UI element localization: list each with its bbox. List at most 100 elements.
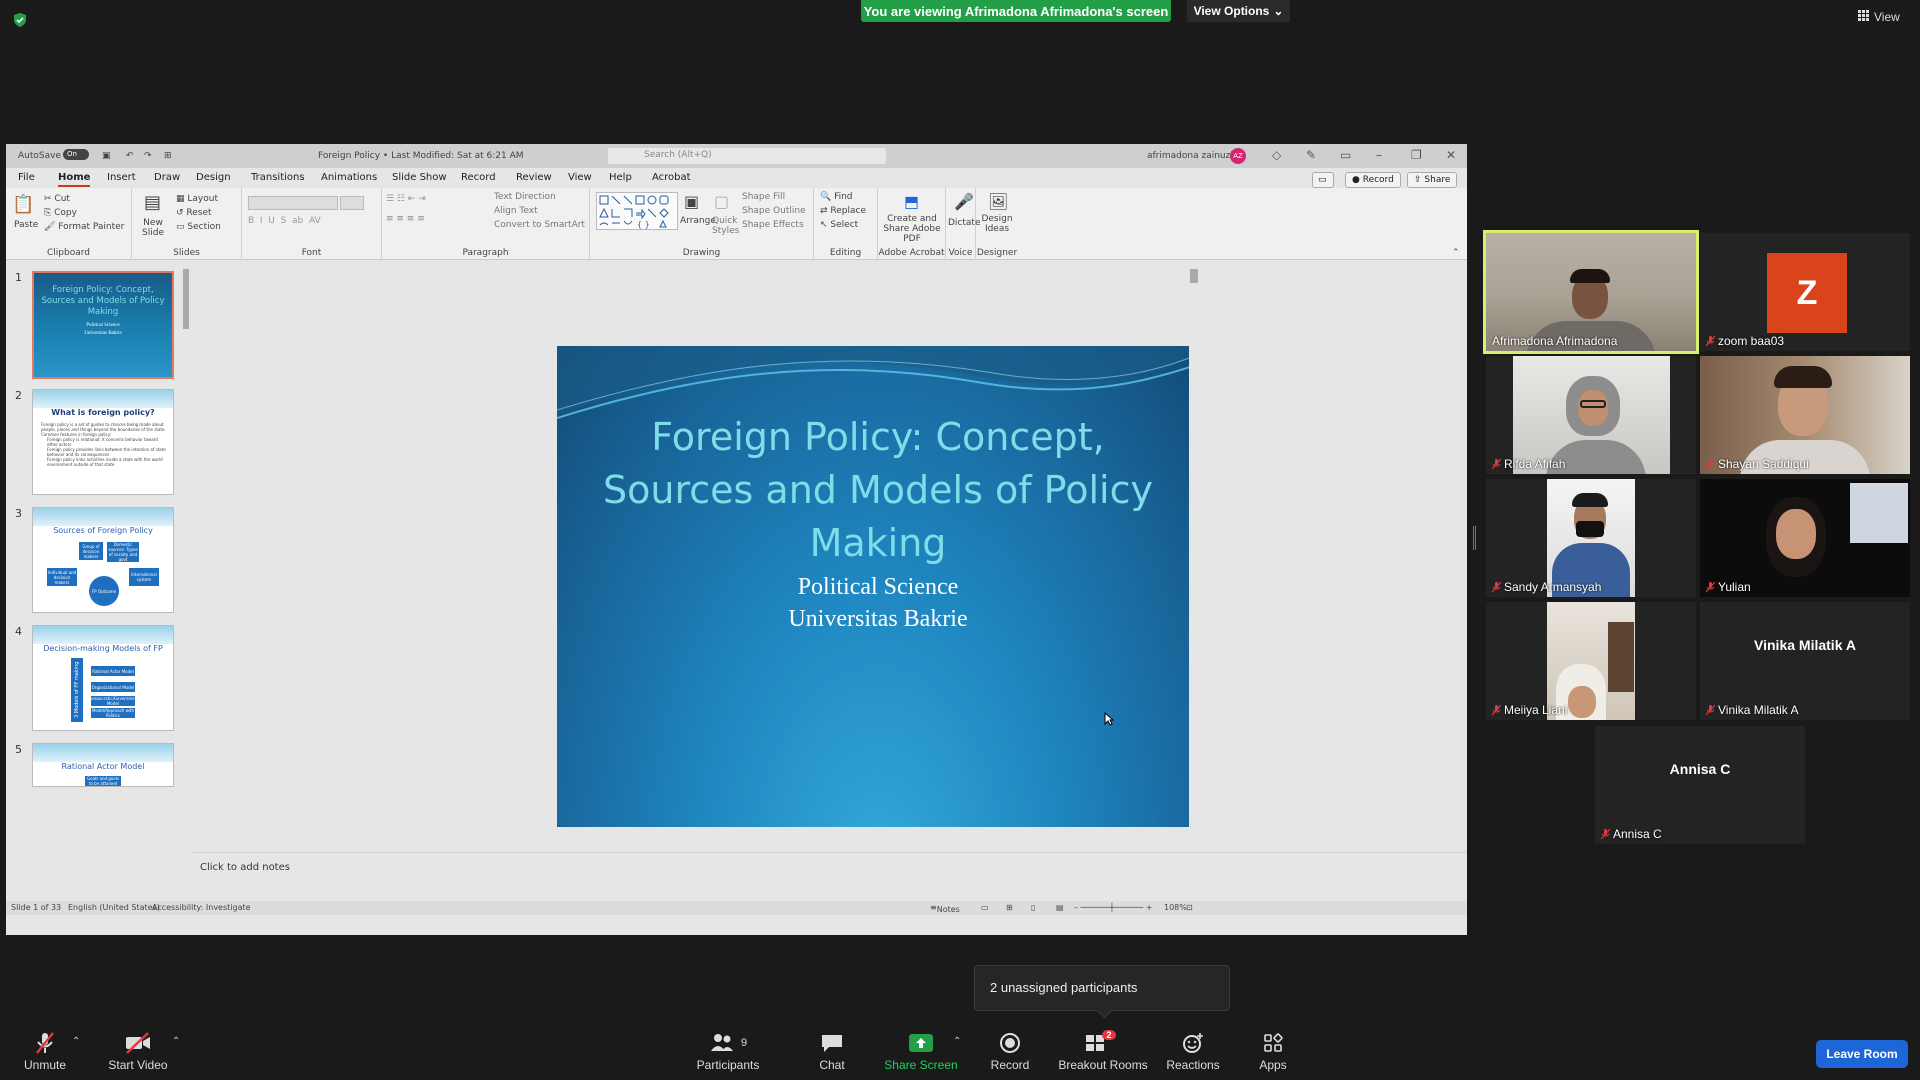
panel-resize-handle[interactable] — [1473, 526, 1476, 550]
tab-record[interactable]: Record — [461, 172, 496, 183]
comments-icon[interactable]: ▭ — [1312, 172, 1334, 188]
apps-button[interactable]: Apps — [1228, 1030, 1318, 1072]
view-button[interactable]: View — [1858, 10, 1900, 24]
slideshow-icon[interactable]: ▤ — [1056, 903, 1064, 912]
align-buttons[interactable]: ≡ ≡ ≡ ≡ — [386, 214, 425, 224]
slide-thumbnail-5[interactable]: Rational Actor Model Goals and goals to … — [32, 743, 174, 787]
tab-acrobat[interactable]: Acrobat — [652, 172, 691, 183]
adobe-pdf-icon[interactable]: ⬒ — [904, 192, 919, 211]
audio-options-chevron-icon[interactable]: ⌃ — [72, 1036, 80, 1047]
design-ideas-button[interactable]: Design Ideas — [978, 214, 1016, 234]
tab-file[interactable]: File — [18, 172, 35, 183]
search-input[interactable]: Search (Alt+Q) — [608, 148, 886, 164]
undo-icon[interactable]: ↶ — [126, 151, 134, 161]
slide-title[interactable]: Foreign Policy: Concept, Sources and Mod… — [577, 411, 1179, 570]
participant-tile[interactable]: Shayan Saddiqui — [1700, 356, 1910, 474]
quick-styles-button[interactable]: Quick Styles — [712, 216, 739, 236]
tab-home[interactable]: Home — [58, 172, 91, 187]
user-name[interactable]: afrimadona zainuzir — [1147, 151, 1237, 161]
pen-icon[interactable]: ✎ — [1306, 148, 1316, 162]
video-options-chevron-icon[interactable]: ⌃ — [172, 1036, 180, 1047]
shape-fill-button[interactable]: Shape Fill — [742, 192, 785, 202]
select-button[interactable]: ↖ Select — [820, 220, 858, 230]
paste-icon[interactable]: 📋 — [12, 194, 34, 215]
participant-tile[interactable]: Z zoom baa03 — [1700, 233, 1910, 351]
new-slide-button[interactable]: New Slide — [138, 218, 168, 238]
tab-review[interactable]: Review — [516, 172, 552, 183]
text-direction-button[interactable]: Text Direction — [494, 192, 556, 202]
record-meeting-button[interactable]: Record — [965, 1030, 1055, 1072]
tab-slide-show[interactable]: Slide Show — [392, 172, 447, 183]
shape-outline-button[interactable]: Shape Outline — [742, 206, 806, 216]
shapes-gallery[interactable]: { } — [596, 192, 678, 230]
zoom-level[interactable]: 108% — [1164, 903, 1187, 912]
language-status[interactable]: English (United States) — [68, 903, 160, 912]
zoom-slider[interactable]: – ──────┼────── + — [1074, 903, 1152, 912]
tab-help[interactable]: Help — [609, 172, 632, 183]
slide-scrollbar[interactable] — [1189, 261, 1199, 851]
arrange-icon[interactable]: ▣ — [684, 192, 699, 211]
share-options-chevron-icon[interactable]: ⌃ — [953, 1036, 961, 1047]
user-avatar[interactable]: AZ — [1230, 148, 1246, 164]
format-painter-button[interactable]: 🖌 Format Painter — [44, 222, 124, 232]
notes-toggle[interactable]: ≡ Notes — [930, 903, 960, 914]
slide-subtitle[interactable]: Political Science — [557, 574, 1199, 601]
tab-design[interactable]: Design — [196, 172, 231, 183]
redo-icon[interactable]: ↷ — [144, 151, 152, 161]
microphone-icon[interactable]: 🎤 — [954, 192, 974, 211]
font-size-select[interactable] — [340, 196, 364, 210]
slide-thumbnail-1[interactable]: Foreign Policy: Concept, Sources and Mod… — [32, 271, 174, 379]
document-title[interactable]: Foreign Policy • Last Modified: Sat at 6… — [318, 151, 524, 161]
find-button[interactable]: 🔍 Find — [820, 192, 853, 202]
share-button[interactable]: ⇪ Share — [1407, 172, 1458, 188]
notes-pane[interactable]: Click to add notes — [191, 852, 1467, 885]
replace-button[interactable]: ⇄ Replace — [820, 206, 866, 216]
cut-button[interactable]: ✂ Cut — [44, 194, 70, 204]
participant-tile[interactable]: Afrimadona Afrimadona — [1483, 230, 1699, 354]
slide-thumbnail-3[interactable]: Sources of Foreign Policy Group of decis… — [32, 507, 174, 613]
security-shield-icon[interactable] — [12, 12, 28, 28]
participant-tile[interactable]: Vinika Milatik A Vinika Milatik A — [1700, 602, 1910, 720]
participant-tile[interactable]: Rifda Afifah — [1486, 356, 1696, 474]
autosave-toggle[interactable]: On — [63, 149, 89, 160]
restore-icon[interactable]: ❐ — [1411, 148, 1422, 162]
accessibility-status[interactable]: Accessibility: Investigate — [152, 903, 251, 912]
font-family-select[interactable] — [248, 196, 338, 210]
fit-slide-icon[interactable]: ⊡ — [1186, 903, 1193, 912]
reset-button[interactable]: ↺ Reset — [176, 208, 212, 218]
slide-thumbnail-2[interactable]: What is foreign policy? Foreign policy i… — [32, 389, 174, 495]
collapse-ribbon-icon[interactable]: ⌃ — [1452, 248, 1460, 258]
slide-thumbnail-4[interactable]: Decision-making Models of FP 3 Models of… — [32, 625, 174, 731]
close-icon[interactable]: ✕ — [1446, 148, 1456, 162]
new-slide-icon[interactable]: ▤ — [144, 192, 161, 213]
list-buttons[interactable]: ☰ ☷ ⇤ ⇥ — [386, 194, 426, 204]
slide-scrollbar-thumb[interactable] — [1190, 269, 1198, 283]
slide-sorter-icon[interactable]: ⊞ — [1006, 903, 1013, 912]
record-button[interactable]: ● Record — [1345, 172, 1401, 188]
align-text-button[interactable]: Align Text — [494, 206, 538, 216]
participant-tile[interactable]: Meiiya Liani — [1486, 602, 1696, 720]
tab-animations[interactable]: Animations — [321, 172, 377, 183]
diamond-icon[interactable]: ◇ — [1272, 148, 1281, 162]
paste-button[interactable]: Paste — [14, 220, 38, 230]
tab-transitions[interactable]: Transitions — [251, 172, 305, 183]
section-button[interactable]: ▭ Section — [176, 222, 221, 232]
reading-view-icon[interactable]: ▯ — [1031, 903, 1035, 912]
present-icon[interactable]: ⊞ — [164, 151, 172, 161]
tab-insert[interactable]: Insert — [107, 172, 136, 183]
create-share-pdf-button[interactable]: Create and Share Adobe PDF — [880, 214, 944, 244]
design-ideas-icon[interactable]: 🖼 — [988, 192, 1008, 211]
slide-subtitle[interactable]: Universitas Bakrie — [557, 606, 1199, 633]
view-options-button[interactable]: View Options ⌄ — [1187, 0, 1290, 22]
ribbon-display-icon[interactable]: ▭ — [1340, 148, 1351, 162]
layout-button[interactable]: ▦ Layout — [176, 194, 218, 204]
breakout-rooms-button[interactable]: 2 Breakout Rooms — [1058, 1030, 1148, 1072]
copy-button[interactable]: ⎘ Copy — [44, 208, 77, 218]
leave-room-button[interactable]: Leave Room — [1816, 1040, 1908, 1068]
participant-tile[interactable]: Annisa C Annisa C — [1595, 726, 1805, 844]
participant-tile[interactable]: Sandy Armansyah — [1486, 479, 1696, 597]
thumbnail-scrollbar[interactable] — [182, 261, 190, 901]
shape-effects-button[interactable]: Shape Effects — [742, 220, 804, 230]
save-icon[interactable]: ▣ — [102, 151, 111, 161]
start-video-button[interactable]: Start Video — [93, 1030, 183, 1072]
